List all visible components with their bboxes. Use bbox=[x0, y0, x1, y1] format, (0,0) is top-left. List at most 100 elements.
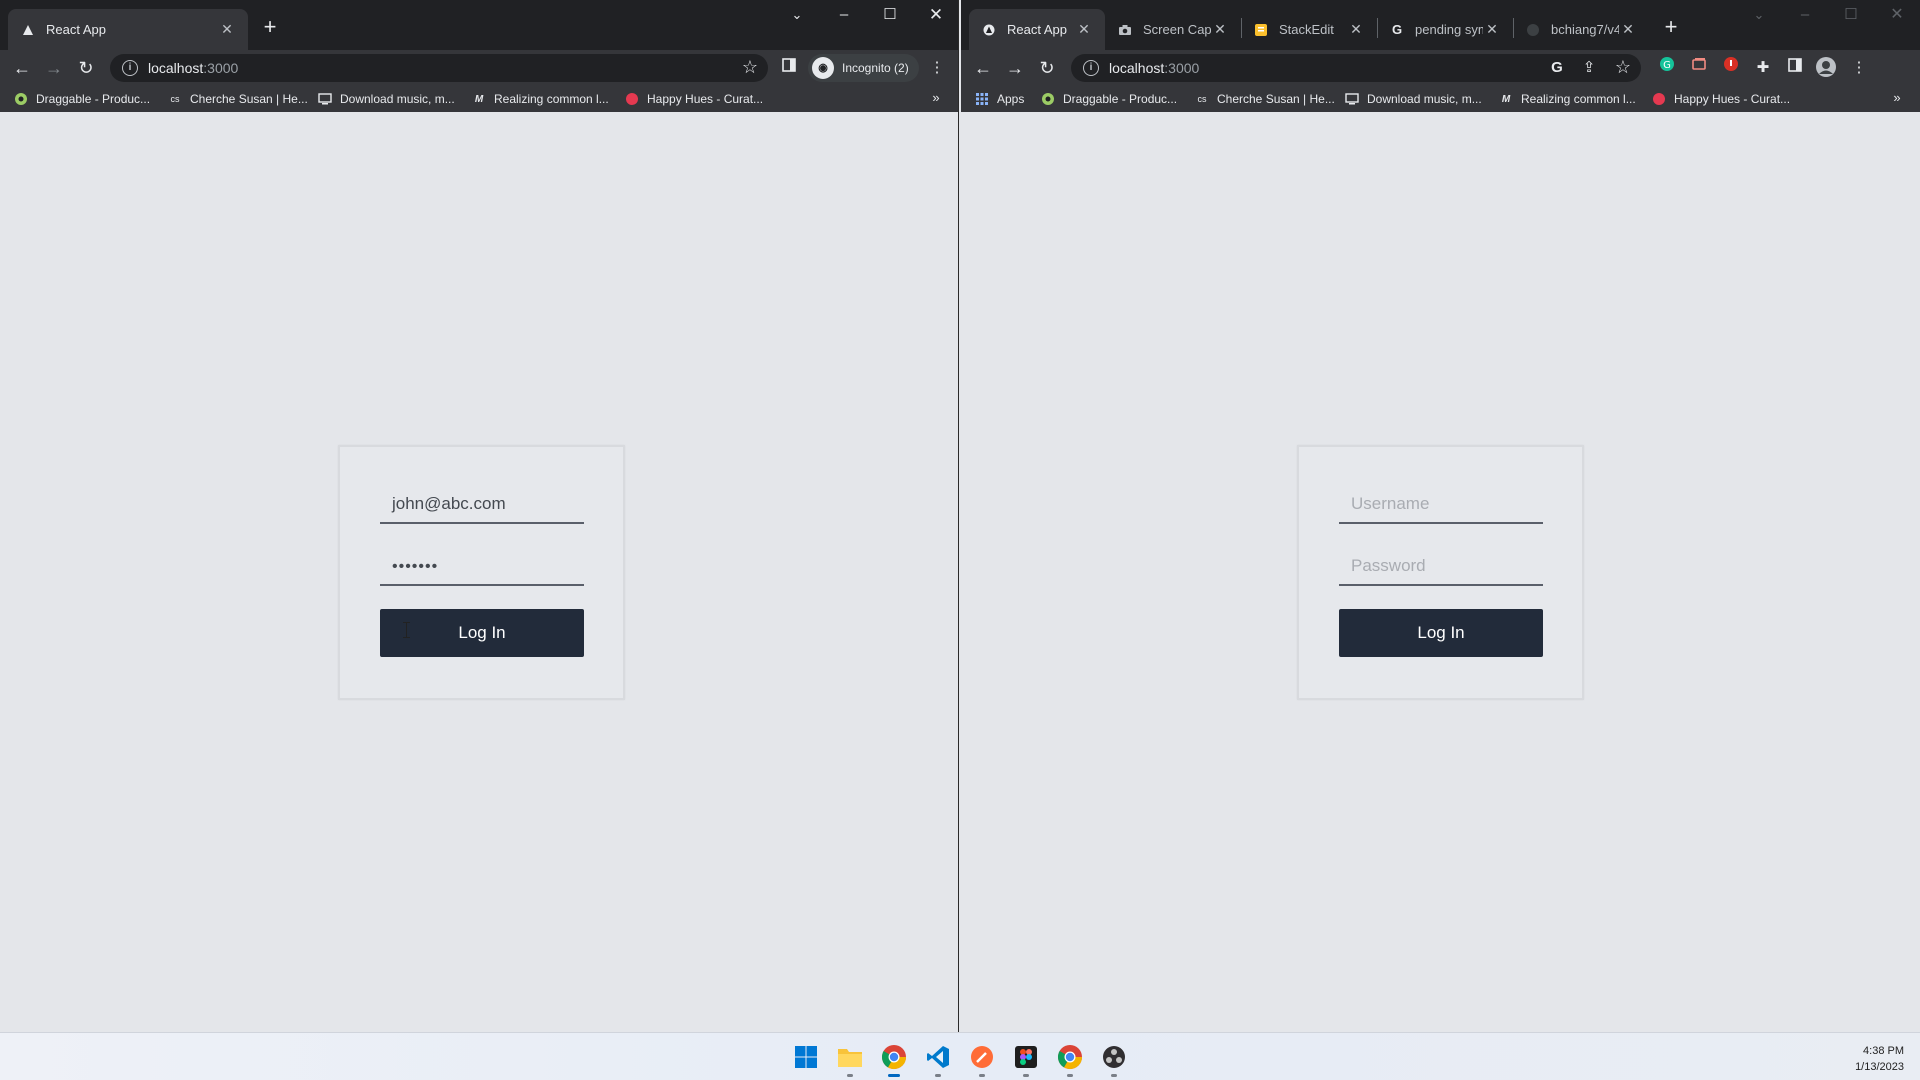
tab-label: Screen Captu bbox=[1143, 22, 1211, 37]
info-icon[interactable]: i bbox=[1083, 60, 1099, 76]
bookmark-label: Draggable - Produc... bbox=[36, 92, 151, 106]
bookmark-item[interactable]: Draggable - Produc... bbox=[1041, 90, 1177, 108]
address-port: :3000 bbox=[1164, 60, 1200, 76]
bookmark-item[interactable]: cs Cherche Susan | He... bbox=[1195, 90, 1335, 108]
tab-react-app[interactable]: React App ✕ bbox=[8, 9, 248, 50]
bookmark-star-icon[interactable]: ☆ bbox=[1615, 57, 1631, 78]
extension-red-icon[interactable] bbox=[1719, 56, 1743, 80]
obs-icon[interactable] bbox=[1098, 1041, 1130, 1077]
incognito-badge[interactable]: ◉ Incognito (2) bbox=[808, 54, 919, 82]
tab-search-icon[interactable]: ⌄ bbox=[1736, 0, 1782, 30]
clock-time: 4:38 PM bbox=[1863, 1045, 1904, 1057]
new-tab-button[interactable]: + bbox=[1657, 14, 1685, 42]
bookmark-item[interactable]: Download music, m... bbox=[318, 90, 455, 108]
google-lens-icon[interactable]: G bbox=[1545, 56, 1569, 80]
minimize-button[interactable]: – bbox=[1782, 0, 1828, 30]
svg-text:G: G bbox=[1663, 60, 1671, 71]
windows-start-icon[interactable] bbox=[790, 1041, 822, 1073]
address-bar[interactable]: i localhost:3000 ☆ bbox=[110, 54, 768, 82]
side-panel-icon[interactable] bbox=[1783, 56, 1807, 80]
tab-stackedit[interactable]: StackEdit ✕ bbox=[1241, 9, 1377, 50]
figma-icon[interactable] bbox=[1010, 1041, 1042, 1077]
close-window-button[interactable]: ✕ bbox=[913, 0, 958, 30]
bookmark-label: Download music, m... bbox=[1367, 92, 1482, 106]
tab-search-icon[interactable]: ⌄ bbox=[774, 0, 820, 30]
bookmark-item[interactable]: Download music, m... bbox=[1345, 90, 1482, 108]
username-field[interactable]: Username bbox=[1339, 482, 1543, 524]
bookmark-label: Realizing common l... bbox=[1521, 92, 1636, 106]
chrome-icon[interactable] bbox=[878, 1041, 910, 1077]
extensions-puzzle-icon[interactable]: ✚ bbox=[1751, 56, 1775, 80]
bookmark-item[interactable]: Happy Hues - Curat... bbox=[625, 90, 763, 108]
bookmark-label: Apps bbox=[997, 92, 1025, 106]
tab-github[interactable]: bchiang7/v4 ✕ bbox=[1513, 9, 1649, 50]
extension-window-icon[interactable] bbox=[1687, 56, 1711, 80]
close-tab-icon[interactable]: ✕ bbox=[1211, 21, 1229, 38]
bookmark-star-icon[interactable]: ☆ bbox=[742, 57, 758, 78]
close-window-button[interactable]: ✕ bbox=[1874, 0, 1920, 30]
tab-google-search[interactable]: G pending sym ✕ bbox=[1377, 9, 1513, 50]
password-field[interactable]: ••••••• bbox=[380, 544, 584, 586]
file-explorer-icon[interactable] bbox=[834, 1041, 866, 1077]
incognito-icon: ◉ bbox=[812, 57, 834, 79]
email-field[interactable]: john@abc.com bbox=[380, 482, 584, 524]
desktop: React App ✕ + ⌄ – ☐ ✕ ← → ↻ i localhost:… bbox=[0, 0, 1920, 1080]
bookmark-label: Happy Hues - Curat... bbox=[1674, 92, 1791, 106]
page-viewport: Username Password Log In bbox=[961, 112, 1920, 1032]
happy-hues-icon bbox=[625, 92, 639, 106]
browser-window-incognito: React App ✕ + ⌄ – ☐ ✕ ← → ↻ i localhost:… bbox=[0, 0, 959, 1032]
info-icon[interactable]: i bbox=[122, 60, 138, 76]
clock-date: 1/13/2023 bbox=[1855, 1061, 1904, 1073]
bookmarks-bar: Apps Draggable - Produc... cs Cherche Su… bbox=[961, 86, 1920, 112]
tab-screen-capture[interactable]: Screen Captu ✕ bbox=[1105, 9, 1241, 50]
reload-icon[interactable]: ↻ bbox=[72, 54, 100, 82]
forward-arrow-icon[interactable]: → bbox=[40, 54, 68, 82]
close-tab-icon[interactable]: ✕ bbox=[218, 21, 236, 38]
address-host: localhost bbox=[148, 60, 204, 76]
bookmark-item[interactable]: Draggable - Produc... bbox=[14, 90, 150, 108]
close-tab-icon[interactable]: ✕ bbox=[1483, 21, 1501, 38]
happy-hues-icon bbox=[1652, 92, 1666, 106]
medium-icon: M bbox=[1501, 93, 1511, 105]
google-icon: G bbox=[1391, 22, 1403, 37]
new-tab-button[interactable]: + bbox=[256, 14, 284, 42]
apps-grid-icon bbox=[975, 92, 989, 106]
close-tab-icon[interactable]: ✕ bbox=[1347, 21, 1365, 38]
postman-icon[interactable] bbox=[966, 1041, 998, 1077]
email-value: john@abc.com bbox=[392, 494, 506, 513]
bookmarks-overflow-icon[interactable]: » bbox=[1887, 90, 1907, 105]
minimize-button[interactable]: – bbox=[821, 0, 867, 30]
bookmarks-overflow-icon[interactable]: » bbox=[926, 90, 946, 105]
browser-window-normal: React App ✕ Screen Captu ✕ StackEdit ✕ G bbox=[961, 0, 1920, 1032]
reload-icon[interactable]: ↻ bbox=[1033, 54, 1061, 82]
kebab-menu-icon[interactable]: ⋮ bbox=[1847, 56, 1871, 80]
vscode-icon[interactable] bbox=[922, 1041, 954, 1077]
tab-label: React App bbox=[46, 22, 106, 37]
bookmark-item[interactable]: Happy Hues - Curat... bbox=[1652, 90, 1790, 108]
grammarly-icon[interactable]: G bbox=[1655, 56, 1679, 80]
back-arrow-icon[interactable]: ← bbox=[8, 54, 36, 82]
kebab-menu-icon[interactable]: ⋮ bbox=[925, 56, 949, 80]
bookmark-item[interactable]: cs Cherche Susan | He... bbox=[168, 90, 308, 108]
tab-react-app[interactable]: React App ✕ bbox=[969, 9, 1105, 50]
bookmark-item[interactable]: M Realizing common l... bbox=[472, 90, 609, 108]
password-field[interactable]: Password bbox=[1339, 544, 1543, 586]
profile-avatar[interactable] bbox=[1814, 56, 1838, 80]
login-button[interactable]: Log In bbox=[1339, 609, 1543, 657]
bookmark-item[interactable]: M Realizing common l... bbox=[1499, 90, 1636, 108]
chrome-icon[interactable] bbox=[1054, 1041, 1086, 1077]
maximize-button[interactable]: ☐ bbox=[867, 0, 913, 30]
maximize-button[interactable]: ☐ bbox=[1828, 0, 1874, 30]
back-arrow-icon[interactable]: ← bbox=[969, 54, 997, 82]
close-tab-icon[interactable]: ✕ bbox=[1619, 21, 1637, 38]
incognito-label: Incognito (2) bbox=[842, 61, 909, 75]
system-clock[interactable]: 4:38 PM 1/13/2023 bbox=[1855, 1043, 1904, 1075]
forward-arrow-icon[interactable]: → bbox=[1001, 54, 1029, 82]
login-button[interactable]: Log In bbox=[380, 609, 584, 657]
side-panel-icon[interactable] bbox=[777, 56, 801, 80]
close-tab-icon[interactable]: ✕ bbox=[1075, 21, 1093, 38]
monitor-icon bbox=[1345, 92, 1359, 106]
bookmark-item[interactable]: Apps bbox=[975, 90, 1024, 108]
address-bar[interactable]: i localhost:3000 G ⇪ ☆ bbox=[1071, 54, 1641, 82]
share-icon[interactable]: ⇪ bbox=[1577, 56, 1601, 80]
